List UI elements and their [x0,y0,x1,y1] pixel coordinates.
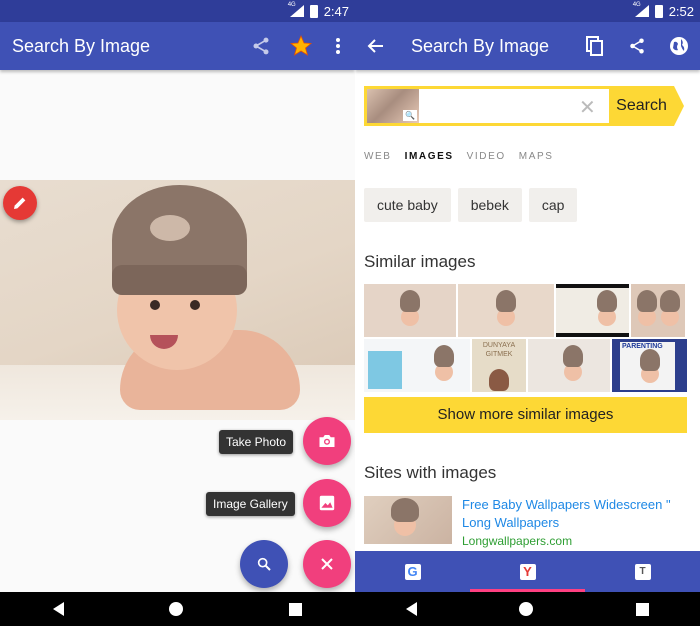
nav-recents-icon[interactable] [289,602,303,616]
similar-image[interactable]: DUNYAYA GITMEK [472,339,526,392]
search-icon [257,557,271,571]
site-title-link[interactable]: Free Baby Wallpapers Widescreen " Long W… [462,496,687,532]
similar-image[interactable] [458,284,554,337]
tab-web[interactable]: WEB [364,151,392,162]
battery-icon [309,4,318,18]
share-icon[interactable] [616,26,658,66]
edit-button[interactable] [3,186,37,220]
engine-tab-tineye[interactable]: T [585,551,700,592]
status-bar: 4G 2:52 [355,0,700,22]
status-bar: 4G 2:47 [0,0,355,22]
tab-maps[interactable]: MAPS [519,151,554,162]
app-title: Search By Image [411,35,550,56]
left-screen: 4G 2:47 Search By Image Take Photo Image… [0,0,355,626]
google-icon: G [404,563,421,580]
nav-recents-icon[interactable] [635,602,649,616]
search-bar: 🔍 ✕ Search [364,86,684,126]
search-type-tabs: WEB IMAGES VIDEO MAPS [364,151,554,162]
signal-icon: 4G [633,2,649,17]
site-result[interactable]: Free Baby Wallpapers Widescreen " Long W… [364,496,687,548]
close-icon: ✕ [579,97,596,119]
pencil-icon [14,197,26,209]
app-title: Search By Image [12,35,151,56]
battery-icon [654,4,663,18]
related-tags: cute baby bebek cap [364,188,578,222]
close-icon [321,558,333,570]
search-button[interactable]: Search [609,97,674,115]
similar-image[interactable] [528,339,610,392]
tab-images[interactable]: IMAGES [405,151,454,162]
signal-icon: 4G [288,2,304,17]
tineye-icon: T [634,563,651,580]
system-nav-bar [0,592,355,626]
similar-images-heading: Similar images [364,252,476,271]
more-vert-icon[interactable] [321,26,355,66]
similar-image[interactable] [556,284,629,337]
similar-image[interactable] [631,284,685,337]
close-fab-menu-button[interactable] [303,540,351,588]
share-icon[interactable] [241,26,281,66]
similar-image[interactable] [364,284,456,337]
star-icon[interactable] [281,26,321,66]
image-gallery-button[interactable] [303,479,351,527]
yandex-icon: Y [519,563,536,580]
selected-image[interactable] [0,180,355,420]
status-time: 2:47 [323,3,349,19]
copy-icon[interactable] [574,26,616,66]
image-icon [319,495,335,511]
engine-tab-google[interactable]: G [355,551,470,592]
show-more-similar-button[interactable]: Show more similar images [364,397,687,433]
engine-tab-yandex[interactable]: Y [470,551,585,592]
engine-tabs: G Y T [355,551,700,592]
nav-home-icon[interactable] [519,602,534,616]
tab-video[interactable]: VIDEO [467,151,506,162]
take-photo-label[interactable]: Take Photo [219,430,294,454]
nav-home-icon[interactable] [169,602,184,616]
back-arrow-icon[interactable] [357,38,393,54]
search-icon: 🔍 [403,110,417,121]
globe-icon[interactable] [658,26,700,66]
take-photo-button[interactable] [303,417,351,465]
nav-back-icon[interactable] [406,602,418,616]
similar-image[interactable]: PARENTING [612,339,687,392]
site-url: Longwallpapers.com [462,534,573,548]
similar-images-grid: DUNYAYA GITMEK PARENTING [364,284,687,394]
tag-chip[interactable]: bebek [457,188,522,222]
app-bar: Search By Image [355,22,700,70]
status-time: 2:52 [668,3,694,19]
tag-chip[interactable]: cap [528,188,578,222]
system-nav-bar [355,592,700,626]
site-thumbnail[interactable] [364,496,452,544]
camera-icon [319,435,335,447]
sites-with-images-heading: Sites with images [364,463,497,482]
nav-back-icon[interactable] [52,602,64,616]
app-bar: Search By Image [0,22,355,70]
similar-image[interactable] [364,339,470,392]
right-screen: 4G 2:52 Search By Image 🔍 ✕ Search WEB I… [355,0,700,626]
search-fab[interactable] [240,540,288,588]
query-image-thumbnail[interactable]: 🔍 [367,89,419,123]
tag-chip[interactable]: cute baby [364,188,451,222]
image-gallery-label[interactable]: Image Gallery [206,492,295,516]
